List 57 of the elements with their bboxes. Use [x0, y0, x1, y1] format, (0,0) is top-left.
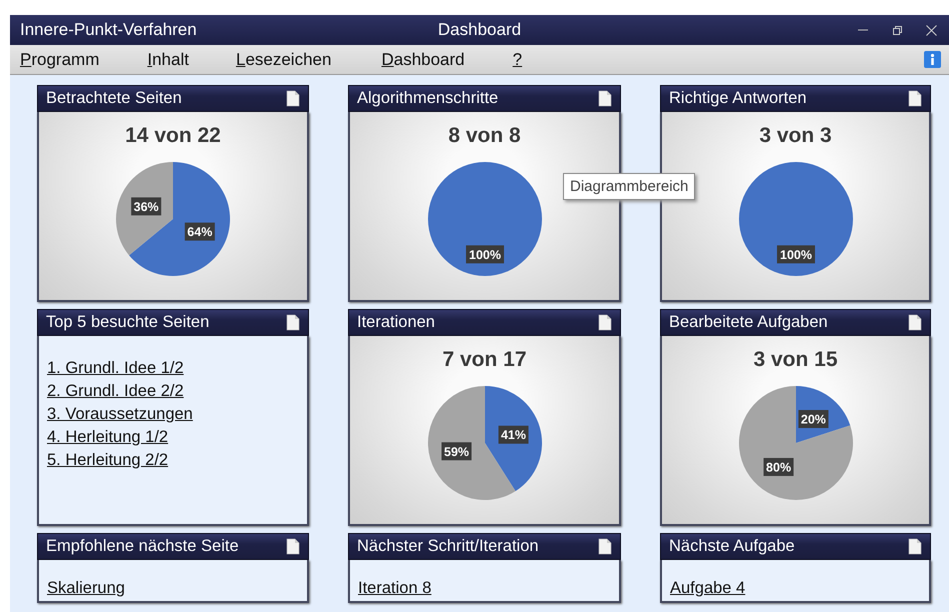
menu-item[interactable]: Inhalt — [147, 50, 189, 70]
document-icon[interactable] — [908, 90, 922, 107]
data-label: 20% — [798, 410, 828, 428]
card-title: Nächster Schritt/Iteration — [357, 537, 539, 556]
close-icon[interactable] — [926, 24, 937, 36]
data-label: 100% — [466, 245, 504, 264]
page-link[interactable]: 3. Voraussetzungen — [47, 404, 193, 425]
data-label: 64% — [184, 222, 215, 241]
pie-chart[interactable]: 64% 36% — [98, 154, 248, 282]
data-label: 36% — [131, 197, 162, 216]
menu-item[interactable]: Programm — [20, 50, 100, 70]
window-subtitle: Dashboard — [438, 20, 522, 40]
pie-chart[interactable]: 100% — [410, 154, 560, 282]
data-label: 80% — [763, 458, 794, 476]
summary-text: 3 von 15 — [753, 348, 838, 372]
window-title: Innere-Punkt-Verfahren — [20, 20, 197, 40]
page-link[interactable]: Skalierung — [47, 578, 125, 599]
data-label: 41% — [498, 426, 528, 444]
document-icon[interactable] — [598, 314, 612, 331]
data-label: 100% — [780, 248, 812, 262]
page-link[interactable]: 4. Herleitung 1/2 — [47, 427, 168, 448]
card-title: Betrachtete Seiten — [46, 89, 182, 108]
menu-item[interactable]: Lesezeichen — [236, 50, 332, 70]
summary-text: 14 von 22 — [125, 124, 221, 148]
card-title: Richtige Antworten — [669, 89, 807, 108]
tooltip: Diagrammbereich — [563, 173, 696, 200]
data-label: 59% — [441, 442, 472, 460]
document-icon[interactable] — [286, 538, 300, 555]
document-icon[interactable] — [598, 538, 612, 555]
page-link[interactable]: 2. Grundl. Idee 2/2 — [47, 381, 184, 402]
info-icon[interactable] — [924, 51, 941, 68]
page-link[interactable]: Aufgabe 4 — [670, 578, 746, 599]
document-icon[interactable] — [286, 90, 300, 107]
document-icon[interactable] — [598, 90, 612, 107]
data-label: 100% — [776, 245, 814, 264]
restore-icon[interactable] — [892, 24, 902, 34]
page-link[interactable]: 5. Herleitung 2/2 — [47, 450, 168, 471]
summary-text: 8 von 8 — [448, 124, 521, 148]
card-title: Iterationen — [357, 313, 435, 332]
pie-chart[interactable]: 100% — [720, 154, 870, 282]
data-label: 100% — [468, 248, 500, 262]
pie-chart[interactable]: 41% 59% — [410, 378, 560, 506]
card-title: Nächste Aufgabe — [669, 537, 795, 556]
pie-chart[interactable]: 20% 80% — [720, 378, 870, 506]
menu-item[interactable]: ? — [512, 50, 522, 70]
summary-text: 7 von 17 — [442, 348, 527, 372]
document-icon[interactable] — [908, 314, 922, 331]
card-title: Algorithmenschritte — [357, 89, 498, 108]
document-icon[interactable] — [286, 314, 300, 331]
menu-item[interactable]: Dashboard — [381, 50, 465, 70]
page-link[interactable]: 1. Grundl. Idee 1/2 — [47, 358, 184, 379]
document-icon[interactable] — [908, 538, 922, 555]
summary-text: 3 von 3 — [759, 124, 832, 148]
page-link[interactable]: Iteration 8 — [358, 578, 432, 599]
card-title: Top 5 besuchte Seiten — [46, 313, 210, 332]
card-title: Empfohlene nächste Seite — [46, 537, 239, 556]
card-title: Bearbeitete Aufgaben — [669, 313, 828, 332]
